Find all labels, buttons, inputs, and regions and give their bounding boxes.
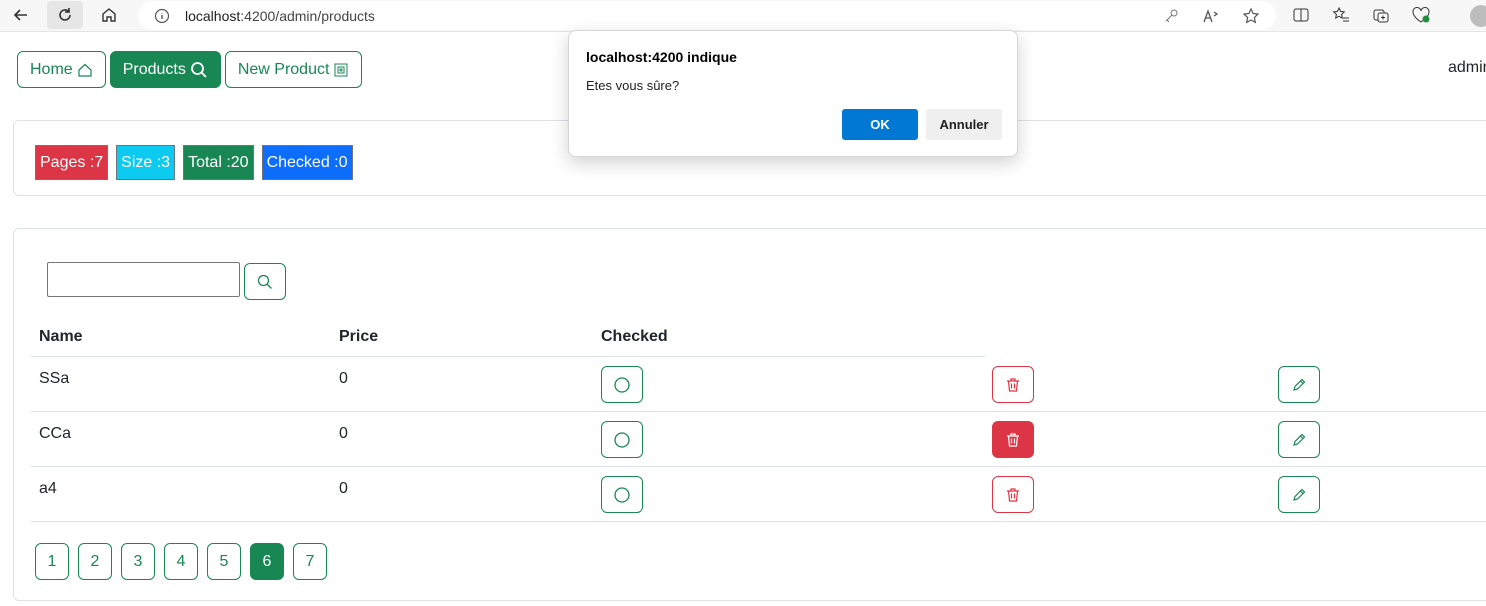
column-header-name: Name xyxy=(39,328,83,345)
table-row: SSa 0 xyxy=(31,357,1486,412)
product-price: 0 xyxy=(339,425,348,442)
browser-essentials-icon[interactable] xyxy=(1410,4,1432,26)
search-icon xyxy=(190,61,207,78)
home-button-label: Home xyxy=(30,60,73,78)
column-header-checked: Checked xyxy=(601,328,668,345)
page-button-active[interactable]: 6 xyxy=(250,543,284,580)
split-screen-icon[interactable] xyxy=(1290,4,1312,26)
total-badge: Total :20 xyxy=(183,145,254,180)
search-icon xyxy=(257,274,272,289)
pagination: 1 2 3 4 5 6 7 xyxy=(35,543,327,580)
user-name: admin xyxy=(1448,59,1486,76)
home-icon xyxy=(102,8,116,22)
confirm-dialog: localhost:4200 indique Etes vous sûre? O… xyxy=(568,30,1018,157)
dialog-message: Etes vous sûre? xyxy=(586,78,680,93)
dialog-title: localhost:4200 indique xyxy=(586,49,737,65)
product-name: a4 xyxy=(39,480,57,497)
back-icon xyxy=(13,9,27,21)
info-icon[interactable] xyxy=(153,7,171,25)
page-button[interactable]: 1 xyxy=(35,543,69,580)
url-text: localhost:4200/admin/products xyxy=(185,8,375,24)
delete-button[interactable] xyxy=(992,476,1034,513)
product-name: SSa xyxy=(39,370,70,387)
key-icon[interactable] xyxy=(1160,5,1182,27)
url-path: :4200/admin/products xyxy=(240,7,375,24)
address-bar[interactable]: localhost:4200/admin/products xyxy=(138,1,1276,30)
trash-icon xyxy=(1007,377,1019,392)
checked-badge: Checked :0 xyxy=(261,145,353,180)
delete-button[interactable] xyxy=(992,366,1034,403)
table-row: a4 0 xyxy=(31,467,1486,522)
delete-button[interactable] xyxy=(992,421,1034,458)
check-button[interactable] xyxy=(601,421,643,458)
search-input[interactable] xyxy=(47,262,240,297)
check-button[interactable] xyxy=(601,366,643,403)
profile-icon[interactable] xyxy=(1470,5,1486,27)
page-button[interactable]: 7 xyxy=(293,543,327,580)
edit-button[interactable] xyxy=(1278,366,1320,403)
edit-button[interactable] xyxy=(1278,476,1320,513)
house-icon xyxy=(78,63,92,77)
url-host: localhost xyxy=(185,7,241,24)
pencil-icon xyxy=(1293,433,1306,446)
top-navigation: Home Products New Product xyxy=(17,51,363,88)
product-price: 0 xyxy=(339,370,348,387)
products-card: Name Price Checked SSa 0 CCa 0 a4 0 1 2 … xyxy=(13,228,1486,601)
back-button[interactable] xyxy=(3,1,39,29)
trash-icon xyxy=(1007,432,1019,447)
check-button[interactable] xyxy=(601,476,643,513)
page-button[interactable]: 5 xyxy=(207,543,241,580)
collections-icon[interactable] xyxy=(1370,4,1392,26)
plus-square-icon xyxy=(334,63,348,76)
column-header-price: Price xyxy=(339,328,379,345)
product-price: 0 xyxy=(339,480,348,497)
read-aloud-icon[interactable] xyxy=(1200,5,1222,27)
ok-button[interactable]: OK xyxy=(842,109,918,140)
refresh-button[interactable] xyxy=(47,1,83,29)
pages-badge: Pages :7 xyxy=(35,145,109,180)
new-product-button[interactable]: New Product xyxy=(224,51,363,88)
home-browser-button[interactable] xyxy=(91,1,127,29)
browser-toolbar: localhost:4200/admin/products xyxy=(0,0,1486,32)
circle-icon xyxy=(614,376,630,393)
refresh-icon xyxy=(59,8,71,21)
table-row: CCa 0 xyxy=(31,412,1486,467)
page-button[interactable]: 3 xyxy=(121,543,155,580)
size-badge: Size :3 xyxy=(116,145,176,180)
products-button-label: Products xyxy=(122,60,186,78)
favorite-icon[interactable] xyxy=(1240,5,1262,27)
edit-button[interactable] xyxy=(1278,421,1320,458)
pencil-icon xyxy=(1293,488,1306,501)
cancel-button[interactable]: Annuler xyxy=(926,109,1002,140)
product-name: CCa xyxy=(39,425,72,442)
new-product-button-label: New Product xyxy=(237,60,330,78)
circle-icon xyxy=(614,486,630,503)
page-button[interactable]: 2 xyxy=(78,543,112,580)
search-button[interactable] xyxy=(244,263,286,300)
pencil-icon xyxy=(1293,378,1306,391)
trash-icon xyxy=(1007,487,1019,502)
circle-icon xyxy=(614,431,630,448)
favorites-icon[interactable] xyxy=(1330,4,1352,26)
home-button[interactable]: Home xyxy=(17,51,106,88)
products-button[interactable]: Products xyxy=(109,51,221,88)
page-button[interactable]: 4 xyxy=(164,543,198,580)
